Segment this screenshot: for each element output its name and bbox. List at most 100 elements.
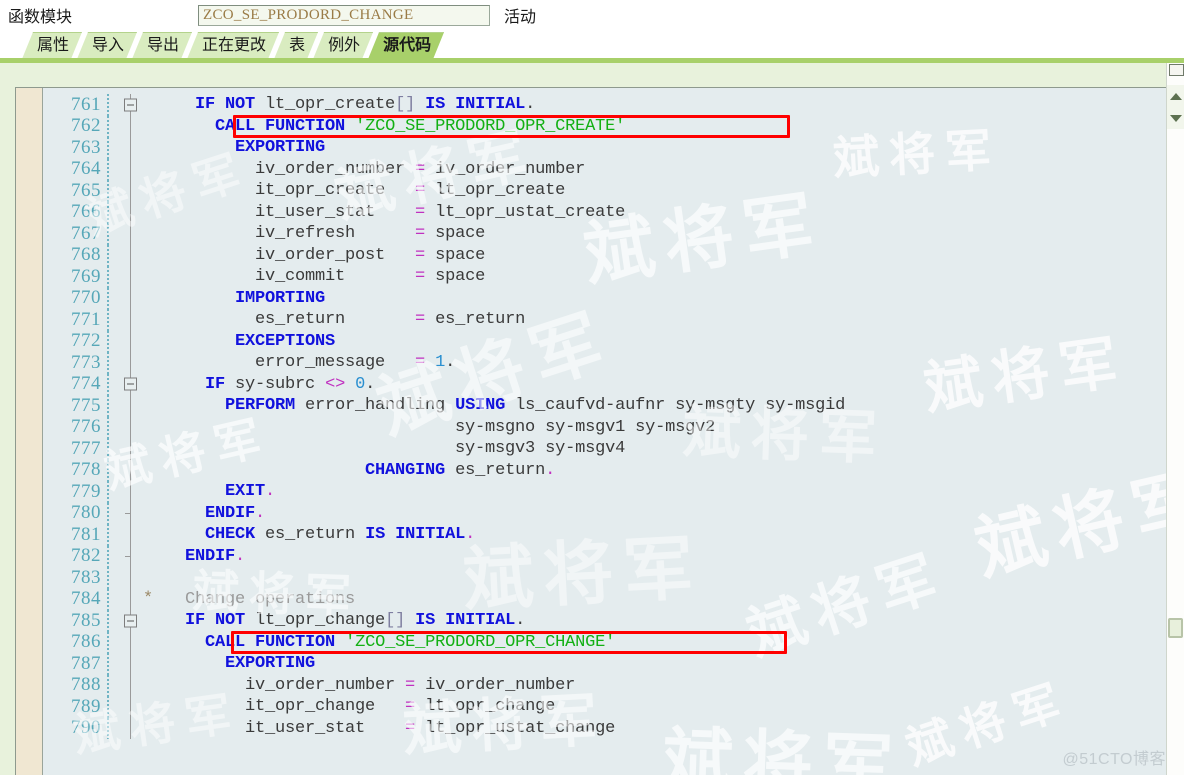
fold-cell[interactable] xyxy=(109,287,155,309)
vertical-scrollbar[interactable] xyxy=(1166,63,1184,775)
fold-cell[interactable] xyxy=(109,180,155,202)
code-text: EXCEPTIONS xyxy=(235,331,336,351)
code-line[interactable]: 766 it_user_stat = lt_opr_ustat_create xyxy=(43,201,1170,223)
editor-frame[interactable]: 斌将军 斌将军 斌将军 斌将军 斌将军 斌将军 斌将军 斌将军 斌将军 斌将军 斌将军 斌将军 斌将军斌… xyxy=(15,87,1170,775)
fold-cell[interactable] xyxy=(109,631,155,653)
code-line[interactable]: 788 iv_order_number = iv_order_number xyxy=(43,674,1170,696)
tab-label: 属性 xyxy=(37,37,70,54)
line-number: 786 xyxy=(71,631,101,653)
fold-guide-line xyxy=(130,653,131,675)
code-line[interactable]: 779 EXIT. xyxy=(43,481,1170,503)
fold-guide-line xyxy=(130,180,131,202)
line-number: 782 xyxy=(71,545,101,567)
function-module-name-input[interactable]: ZCO_SE_PRODORD_CHANGE xyxy=(198,4,490,26)
code-line[interactable]: 785 IF NOT lt_opr_change[] IS INITIAL. xyxy=(43,610,1170,632)
fold-cell[interactable]: * xyxy=(109,588,155,610)
fold-cell[interactable] xyxy=(109,459,155,481)
code-text: iv_commit = space xyxy=(155,267,486,287)
code-line[interactable]: 780 ENDIF. xyxy=(43,502,1170,524)
tab-6[interactable]: 源代码 xyxy=(368,32,444,59)
fold-cell[interactable] xyxy=(109,438,155,460)
fold-cell[interactable] xyxy=(109,567,155,589)
scroll-down-arrow[interactable] xyxy=(1167,107,1184,129)
line-number: 790 xyxy=(71,717,101,739)
fold-cell[interactable] xyxy=(109,309,155,331)
code-text: IF sy-subrc <> 0. xyxy=(205,374,376,394)
fold-cell[interactable] xyxy=(109,610,155,632)
fold-cell[interactable] xyxy=(109,545,155,567)
code-line[interactable]: 776 sy-msgno sy-msgv1 sy-msgv2 xyxy=(43,416,1170,438)
fold-cell[interactable] xyxy=(109,696,155,718)
fold-cell[interactable] xyxy=(109,674,155,696)
fold-cell[interactable] xyxy=(109,481,155,503)
fold-guide-line xyxy=(130,416,131,438)
fold-cell[interactable] xyxy=(109,373,155,395)
tab-4[interactable]: 表 xyxy=(274,32,318,59)
code-line[interactable]: 773 error_message = 1. xyxy=(43,352,1170,374)
code-region[interactable]: 斌将军 斌将军 斌将军 斌将军 斌将军 斌将军 斌将军 斌将军 斌将军 斌将军 斌将军 斌将军 斌将军斌… xyxy=(43,88,1170,775)
code-line[interactable]: 789 it_opr_change = lt_opr_change xyxy=(43,696,1170,718)
code-line[interactable]: 778 CHANGING es_return. xyxy=(43,459,1170,481)
fold-cell[interactable] xyxy=(109,201,155,223)
fold-cell[interactable] xyxy=(109,223,155,245)
scrollbar-top-box[interactable] xyxy=(1169,64,1184,76)
fold-cell[interactable] xyxy=(109,266,155,288)
tab-2[interactable]: 导出 xyxy=(132,32,192,59)
fold-cell[interactable] xyxy=(109,115,155,137)
tab-5[interactable]: 例外 xyxy=(313,32,373,59)
code-line[interactable]: 771 es_return = es_return xyxy=(43,309,1170,331)
code-line[interactable]: 790 it_user_stat = lt_opr_ustat_change xyxy=(43,717,1170,739)
tab-label: 表 xyxy=(289,37,306,54)
code-line[interactable]: 784 * Change operations xyxy=(43,588,1170,610)
code-line[interactable]: 761 IF NOT lt_opr_create[] IS INITIAL. xyxy=(43,94,1170,116)
code-line[interactable]: 762 CALL FUNCTION 'ZCO_SE_PRODORD_OPR_CR… xyxy=(43,115,1170,137)
code-line[interactable]: 772 EXCEPTIONS xyxy=(43,330,1170,352)
code-line[interactable]: 775 PERFORM error_handling USING ls_cauf… xyxy=(43,395,1170,417)
fold-cell[interactable] xyxy=(109,653,155,675)
tab-1[interactable]: 导入 xyxy=(77,32,137,59)
fold-guide-line xyxy=(130,395,131,417)
fold-cell[interactable] xyxy=(109,395,155,417)
code-line[interactable]: 777 sy-msgv3 sy-msgv4 xyxy=(43,438,1170,460)
scrollbar-thumb[interactable] xyxy=(1168,618,1183,638)
collapse-toggle-icon[interactable] xyxy=(124,614,137,628)
code-line[interactable]: 765 it_opr_create = lt_opr_create xyxy=(43,180,1170,202)
fold-cell[interactable] xyxy=(109,158,155,180)
code-text: it_user_stat = lt_opr_ustat_change xyxy=(155,718,616,738)
code-line[interactable]: 781 CHECK es_return IS INITIAL. xyxy=(43,524,1170,546)
code-line[interactable]: 767 iv_refresh = space xyxy=(43,223,1170,245)
code-text: iv_refresh = space xyxy=(155,224,486,244)
fold-cell[interactable] xyxy=(109,502,155,524)
code-line[interactable]: 763 EXPORTING xyxy=(43,137,1170,159)
breakpoint-marker-column[interactable] xyxy=(16,88,43,775)
code-line[interactable]: 768 iv_order_post = space xyxy=(43,244,1170,266)
tab-3[interactable]: 正在更改 xyxy=(187,32,279,59)
code-line[interactable]: 769 iv_commit = space xyxy=(43,266,1170,288)
code-text: IF NOT lt_opr_change[] IS INITIAL. xyxy=(185,611,526,631)
code-line[interactable]: 786 CALL FUNCTION 'ZCO_SE_PRODORD_OPR_CH… xyxy=(43,631,1170,653)
fold-cell[interactable] xyxy=(109,137,155,159)
code-line[interactable]: 783 xyxy=(43,567,1170,589)
line-number: 780 xyxy=(71,502,101,524)
code-line[interactable]: 787 EXPORTING xyxy=(43,653,1170,675)
fold-guide-line xyxy=(130,631,131,653)
tab-0[interactable]: 属性 xyxy=(22,32,82,59)
code-line[interactable]: 774 IF sy-subrc <> 0. xyxy=(43,373,1170,395)
code-line[interactable]: 782 ENDIF. xyxy=(43,545,1170,567)
code-text: EXIT. xyxy=(225,482,276,502)
tab-label: 导出 xyxy=(147,37,180,54)
fold-cell[interactable] xyxy=(109,416,155,438)
code-line[interactable]: 764 iv_order_number = iv_order_number xyxy=(43,158,1170,180)
scroll-up-arrow[interactable] xyxy=(1167,85,1184,107)
fold-cell[interactable] xyxy=(109,524,155,546)
fold-cell[interactable] xyxy=(109,330,155,352)
collapse-toggle-icon[interactable] xyxy=(124,377,137,391)
fold-cell[interactable] xyxy=(109,244,155,266)
fold-guide-line xyxy=(130,588,131,610)
fold-cell[interactable] xyxy=(109,352,155,374)
fold-cell[interactable] xyxy=(109,717,155,739)
fold-guide-line xyxy=(130,158,131,180)
fold-cell[interactable] xyxy=(109,94,155,116)
collapse-toggle-icon[interactable] xyxy=(124,98,137,112)
code-line[interactable]: 770 IMPORTING xyxy=(43,287,1170,309)
